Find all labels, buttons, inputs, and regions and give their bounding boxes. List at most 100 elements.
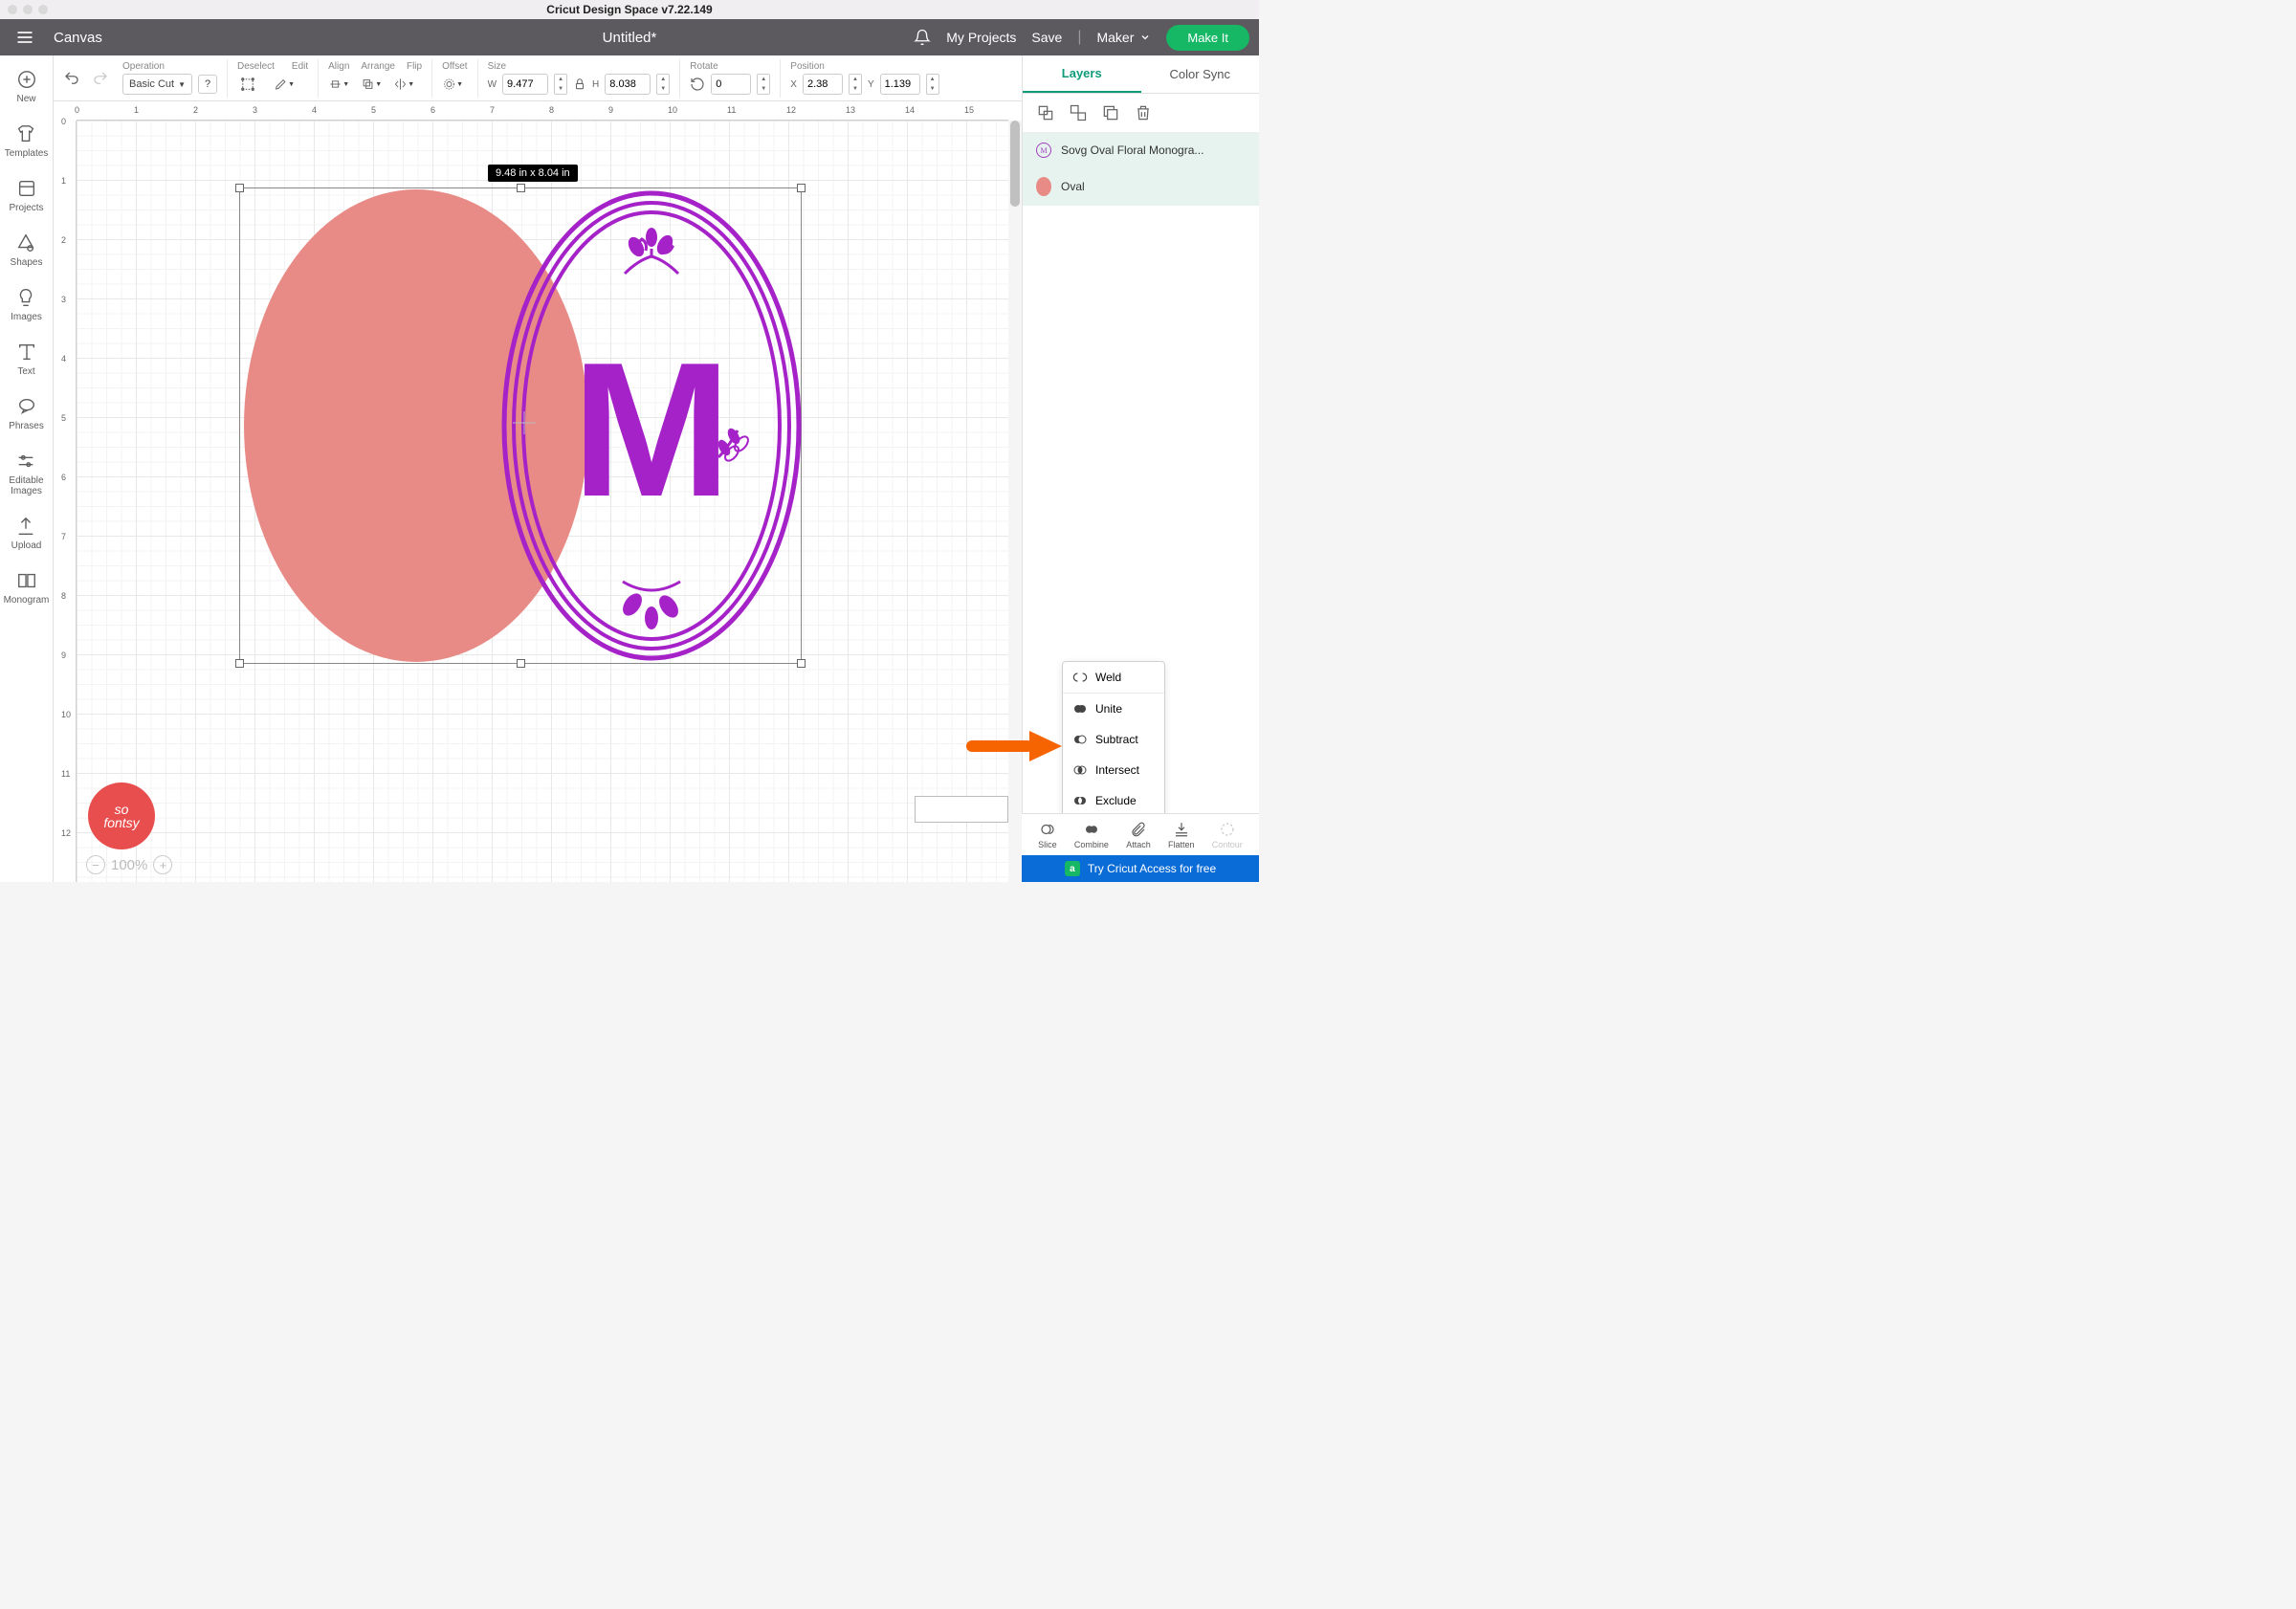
arrow-annotation xyxy=(966,729,1062,763)
sidebar-item-upload[interactable]: Upload xyxy=(11,516,42,551)
close-window-icon[interactable] xyxy=(8,5,17,14)
sidebar-label: Images xyxy=(11,312,42,322)
canvas-area[interactable]: 0123456789101112131415 0123456789101112 … xyxy=(54,101,1022,882)
tab-layers[interactable]: Layers xyxy=(1023,55,1141,93)
ruler-tick: 4 xyxy=(312,105,317,115)
align-arrange-flip-group: AlignArrangeFlip ▼ ▼ ▼ xyxy=(328,59,432,98)
ungroup-icon[interactable] xyxy=(1069,103,1088,122)
action-slice[interactable]: Slice xyxy=(1038,821,1057,849)
group-icon[interactable] xyxy=(1036,103,1055,122)
notifications-icon[interactable] xyxy=(914,29,931,46)
plus-circle-icon xyxy=(16,69,37,90)
height-stepper[interactable]: ▲▼ xyxy=(656,74,670,95)
subtract-icon xyxy=(1072,732,1088,747)
resize-handle-sw[interactable] xyxy=(235,659,244,668)
document-title[interactable]: Untitled* xyxy=(603,30,657,46)
edit-toolbar: Operation Basic Cut▼ ? DeselectEdit ▼ Al… xyxy=(54,55,1022,101)
sidebar-item-templates[interactable]: Templates xyxy=(5,123,49,159)
ruler-tick: 6 xyxy=(430,105,435,115)
ruler-tick: 5 xyxy=(371,105,376,115)
layer-row-oval[interactable]: Oval xyxy=(1023,167,1259,206)
y-label: Y xyxy=(868,79,874,90)
width-stepper[interactable]: ▲▼ xyxy=(554,74,567,95)
machine-name: Maker xyxy=(1096,30,1134,45)
try-access-bar[interactable]: a Try Cricut Access for free xyxy=(1022,855,1259,882)
make-it-button[interactable]: Make It xyxy=(1166,25,1249,51)
operation-select[interactable]: Basic Cut▼ xyxy=(122,74,192,95)
deselect-button[interactable] xyxy=(237,74,258,95)
chevron-down-icon xyxy=(1139,32,1151,43)
width-label: W xyxy=(488,79,497,90)
contour-icon xyxy=(1219,821,1236,838)
edit-button[interactable]: ▼ xyxy=(274,74,295,95)
delete-icon[interactable] xyxy=(1134,103,1153,122)
action-attach[interactable]: Attach xyxy=(1126,821,1151,849)
arrange-button[interactable]: ▼ xyxy=(361,74,382,95)
align-button[interactable]: ▼ xyxy=(328,74,349,95)
machine-dropdown[interactable]: Maker xyxy=(1096,30,1151,45)
sidebar-item-editable-images[interactable]: Editable Images xyxy=(9,451,43,496)
sidebar-label: Shapes xyxy=(11,257,43,268)
combine-subtract[interactable]: Subtract xyxy=(1063,724,1164,755)
combine-intersect[interactable]: Intersect xyxy=(1063,755,1164,785)
empty-input[interactable] xyxy=(915,796,1008,823)
zoom-in-button[interactable]: + xyxy=(153,855,172,874)
divider: | xyxy=(1077,29,1081,46)
sidebar-item-monogram[interactable]: Monogram xyxy=(4,570,50,606)
width-input[interactable] xyxy=(502,74,548,95)
try-access-text: Try Cricut Access for free xyxy=(1088,862,1216,875)
sidebar-item-text[interactable]: Text xyxy=(16,342,37,377)
resize-handle-nw[interactable] xyxy=(235,184,244,192)
maximize-window-icon[interactable] xyxy=(38,5,48,14)
layer-row-monogram[interactable]: M Sovg Oval Floral Monogra... xyxy=(1023,133,1259,167)
horizontal-ruler: 0123456789101112131415 xyxy=(77,101,1008,121)
shirt-icon xyxy=(15,123,36,144)
sidebar-item-phrases[interactable]: Phrases xyxy=(9,396,44,431)
sidebar-item-projects[interactable]: Projects xyxy=(9,178,43,213)
monogram-shape[interactable]: M xyxy=(500,189,803,662)
action-combine[interactable]: Combine xyxy=(1074,821,1109,849)
combine-unite[interactable]: Unite xyxy=(1063,693,1164,724)
redo-icon[interactable] xyxy=(92,70,109,87)
ruler-tick: 3 xyxy=(61,295,66,304)
zoom-out-button[interactable]: − xyxy=(86,855,105,874)
my-projects-link[interactable]: My Projects xyxy=(946,30,1016,45)
menu-button[interactable] xyxy=(0,28,50,47)
upload-icon xyxy=(15,516,36,537)
x-input[interactable] xyxy=(803,74,843,95)
y-input[interactable] xyxy=(880,74,920,95)
save-link[interactable]: Save xyxy=(1031,30,1062,45)
y-stepper[interactable]: ▲▼ xyxy=(926,74,939,95)
offset-button[interactable]: ▼ xyxy=(442,74,463,95)
size-group: Size W ▲▼ H ▲▼ xyxy=(488,59,681,98)
tab-color-sync[interactable]: Color Sync xyxy=(1141,55,1260,93)
canvas-grid[interactable]: 9.48 in x 8.04 in xyxy=(77,121,1008,882)
flip-button[interactable]: ▼ xyxy=(393,74,414,95)
sidebar-item-shapes[interactable]: Shapes xyxy=(11,232,43,268)
operation-help[interactable]: ? xyxy=(198,75,217,94)
attach-icon xyxy=(1130,821,1147,838)
selection-dimensions: 9.48 in x 8.04 in xyxy=(488,165,578,182)
combine-exclude[interactable]: Exclude xyxy=(1063,785,1164,816)
rotate-stepper[interactable]: ▲▼ xyxy=(757,74,770,95)
vertical-scrollbar[interactable] xyxy=(1008,121,1022,882)
x-label: X xyxy=(790,79,797,90)
combine-weld[interactable]: Weld xyxy=(1063,662,1164,693)
sidebar-item-new[interactable]: New xyxy=(16,69,37,104)
undo-icon[interactable] xyxy=(63,70,80,87)
height-input[interactable] xyxy=(605,74,651,95)
deselect-label: Deselect xyxy=(237,61,275,72)
ruler-tick: 12 xyxy=(786,105,796,115)
action-flatten[interactable]: Flatten xyxy=(1168,821,1195,849)
minimize-window-icon[interactable] xyxy=(23,5,33,14)
sidebar-item-images[interactable]: Images xyxy=(11,287,42,322)
scrollbar-thumb[interactable] xyxy=(1010,121,1020,207)
ruler-tick: 10 xyxy=(61,710,71,719)
lock-icon[interactable] xyxy=(573,77,586,91)
x-stepper[interactable]: ▲▼ xyxy=(849,74,862,95)
rotate-input[interactable] xyxy=(711,74,751,95)
duplicate-icon[interactable] xyxy=(1101,103,1120,122)
layer-swatch-icon xyxy=(1036,177,1051,196)
zoom-controls: − 100% + xyxy=(86,855,172,874)
rotate-icon[interactable] xyxy=(690,77,705,92)
